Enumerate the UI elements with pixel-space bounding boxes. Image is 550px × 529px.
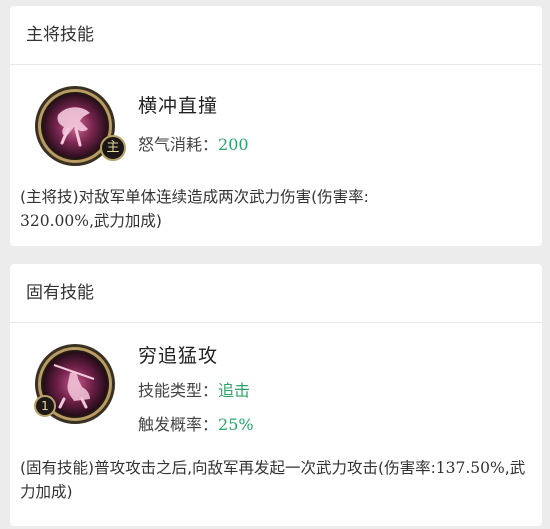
innate-skill-name: 穷追猛攻 [138, 345, 219, 367]
main-skill-icon-wrap[interactable]: 主 [34, 85, 126, 167]
rage-cost-label: 怒气消耗： [138, 135, 219, 154]
rage-cost-value: 200 [218, 135, 249, 154]
rage-cost-row: 怒气消耗：200 [138, 131, 249, 155]
innate-skill-desc-rate: 137.50% [435, 459, 505, 477]
skill-type-label: 技能类型： [138, 381, 219, 400]
innate-skill-desc-prefix: (固有技能)普攻攻击之后,向敌军再发起一次武力攻击(伤害率: [20, 459, 436, 477]
innate-skill-description: (固有技能)普攻攻击之后,向敌军再发起一次武力攻击(伤害率:137.50%,武力… [20, 456, 528, 504]
innate-skill-icon-wrap[interactable]: 1 [34, 343, 116, 425]
main-skill-section-title: 主将技能 [10, 6, 542, 65]
trigger-prob-label: 触发概率： [138, 415, 219, 434]
main-skill-desc-prefix: (主将技)对敌军单体连续造成两次武力伤害(伤害率: [20, 188, 369, 206]
main-skill-badge: 主 [100, 135, 126, 161]
main-skill-desc-suffix: ,武力加成) [88, 212, 162, 230]
main-skill-desc-rate: 320.00% [20, 212, 89, 230]
main-skill-name: 横冲直撞 [138, 95, 219, 117]
main-skill-card: 主将技能 主 横冲直撞 怒气消耗：200 (主将技)对敌军单体连续造成两次武力伤… [10, 6, 542, 246]
trigger-prob-value: 25% [218, 415, 254, 434]
skill-type-value: 追击 [218, 381, 251, 400]
skill-type-row: 技能类型：追击 [138, 377, 250, 401]
trigger-prob-row: 触发概率：25% [138, 411, 254, 435]
innate-skill-section-title: 固有技能 [10, 264, 542, 323]
innate-skill-card: 固有技能 1 穷追猛攻 技能类型：追击 触发概率：25% (固有技能)普攻攻击之… [10, 264, 542, 526]
main-skill-description: (主将技)对敌军单体连续造成两次武力伤害(伤害率: 320.00%,武力加成) [20, 185, 528, 233]
innate-skill-level-badge: 1 [34, 395, 56, 417]
